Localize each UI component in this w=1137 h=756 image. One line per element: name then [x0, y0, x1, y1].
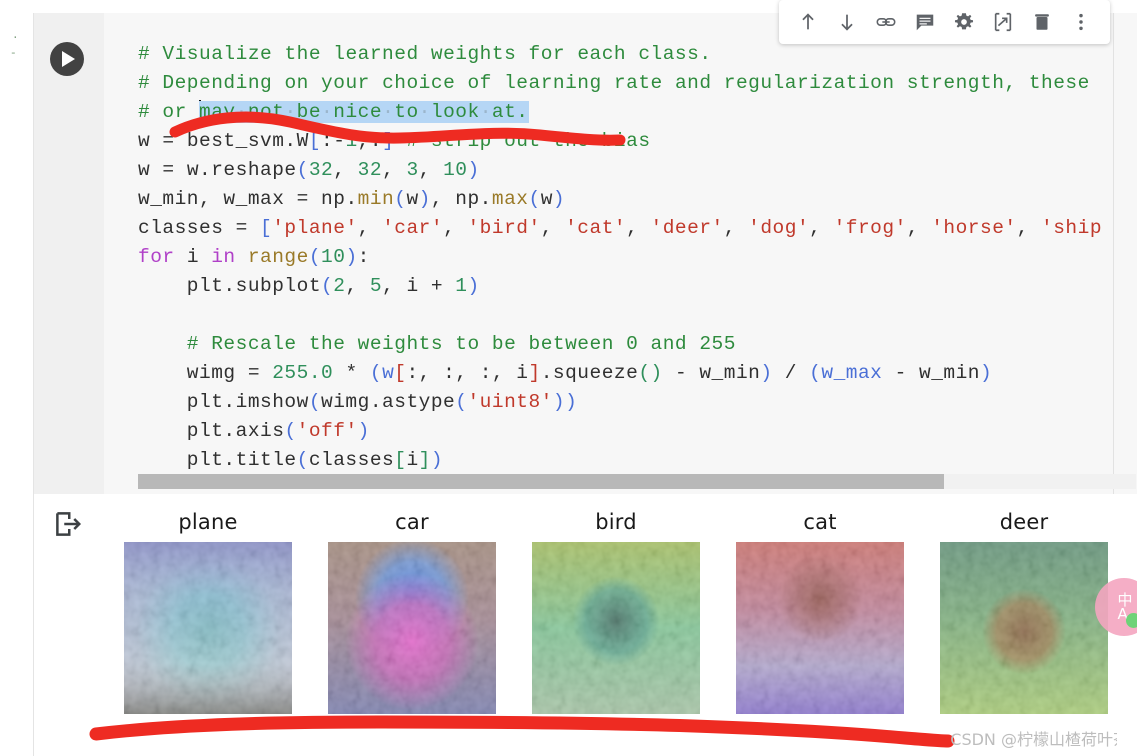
cell-action-toolbar	[779, 0, 1110, 44]
move-cell-down-button[interactable]	[828, 3, 866, 41]
move-cell-up-button[interactable]	[789, 3, 827, 41]
car-weights-visual	[328, 542, 496, 714]
output-arrow-icon[interactable]	[53, 509, 83, 539]
output-gutter	[34, 494, 104, 756]
stray-mark-dot: .	[12, 30, 19, 42]
weight-image-deer: deer	[938, 510, 1110, 714]
weight-image-car: car	[326, 510, 498, 714]
translate-status-badge	[1126, 613, 1137, 628]
thumb-label: deer	[999, 510, 1049, 534]
cell-gutter	[34, 13, 104, 494]
thumb-label: plane	[178, 510, 238, 534]
deer-weights-visual	[940, 542, 1108, 714]
weight-image-bird: bird	[530, 510, 702, 714]
thumb-label: car	[395, 510, 429, 534]
source-code[interactable]: # Visualize the learned weights for each…	[138, 40, 1102, 475]
comment-icon	[916, 14, 934, 31]
arrow-down-icon	[841, 14, 853, 31]
more-options-button[interactable]	[1062, 3, 1100, 41]
arrow-up-icon	[802, 13, 814, 30]
add-comment-button[interactable]	[906, 3, 944, 41]
code-editor[interactable]: # Visualize the learned weights for each…	[104, 13, 1137, 494]
cat-weights-visual	[736, 542, 904, 714]
code-horizontal-scrollbar[interactable]	[138, 474, 1136, 489]
scrollbar-thumb[interactable]	[138, 474, 944, 489]
mirror-cell-icon	[994, 12, 1012, 32]
link-icon	[876, 18, 896, 26]
weight-image-plane: plane	[122, 510, 294, 714]
cell-output: plane car bird cat deer	[33, 494, 1137, 756]
plane-weights-visual	[124, 542, 292, 714]
editor-ruler	[1113, 13, 1114, 494]
bird-weights-visual	[532, 542, 700, 714]
trash-icon	[1035, 14, 1049, 30]
csdn-watermark: CSDN @柠檬山楂荷叶茶	[950, 730, 1129, 749]
run-cell-button[interactable]	[50, 42, 84, 76]
watermark-mask	[1117, 728, 1133, 756]
delete-cell-button[interactable]	[1023, 3, 1061, 41]
code-cell: # Visualize the learned weights for each…	[33, 0, 1137, 494]
vertical-dots-icon	[1079, 13, 1083, 31]
notebook-screenshot: . - # Visualize the learned weights for …	[0, 0, 1137, 756]
thumb-label: bird	[595, 510, 637, 534]
matplotlib-figure: plane car bird cat deer	[104, 494, 1137, 756]
weight-image-cat: cat	[734, 510, 906, 714]
cell-settings-button[interactable]	[945, 3, 983, 41]
copy-cell-link-button[interactable]	[867, 3, 905, 41]
thumb-label: cat	[803, 510, 837, 534]
gear-icon	[954, 13, 974, 30]
stray-mark-dash: -	[10, 48, 17, 60]
mirror-cell-button[interactable]	[984, 3, 1022, 41]
